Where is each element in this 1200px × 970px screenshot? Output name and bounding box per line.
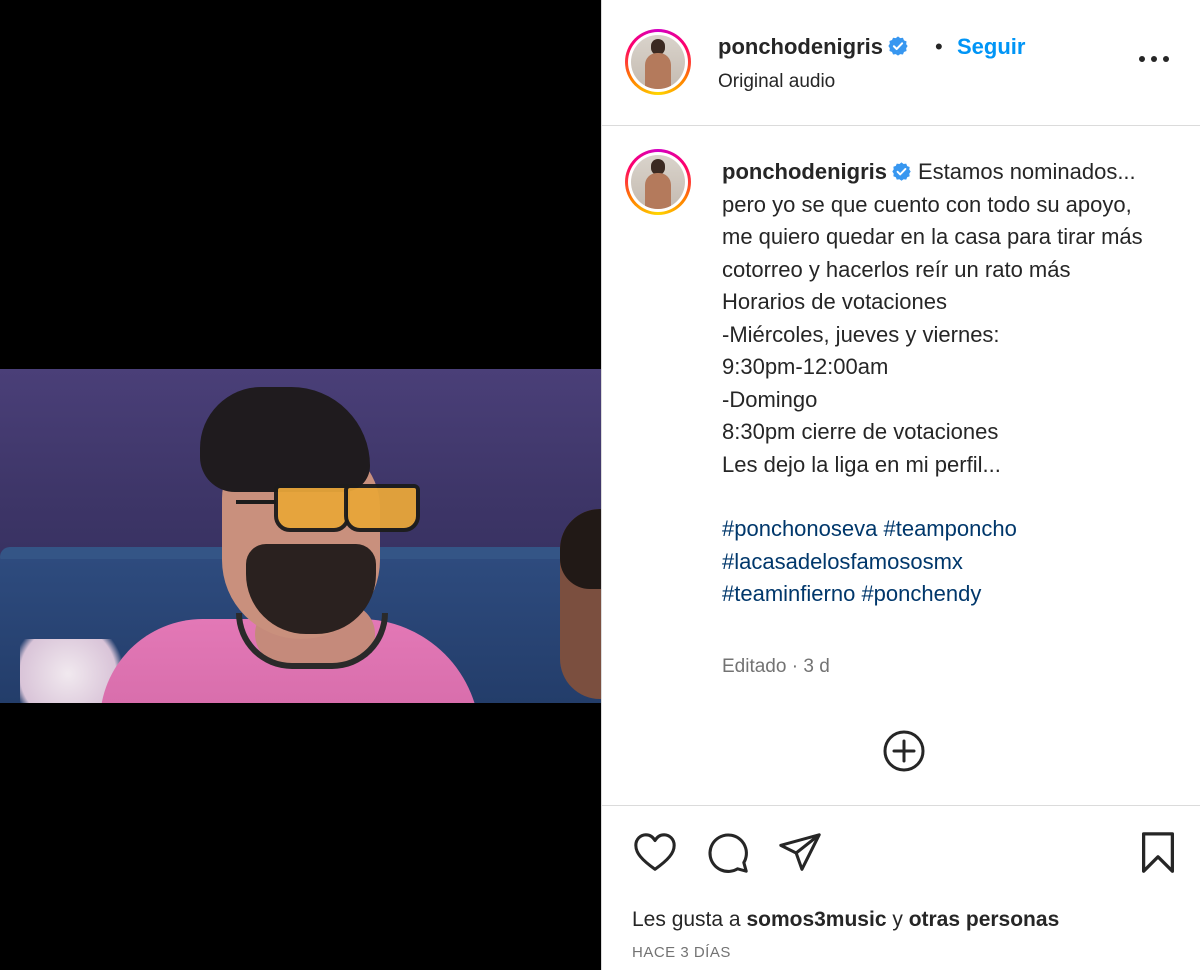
post-header: ponchodenigris • Seguir Original audio bbox=[602, 0, 1200, 126]
likes-connector: y bbox=[892, 908, 903, 931]
follow-button[interactable]: Seguir bbox=[957, 34, 1025, 60]
caption-line: -Domingo bbox=[722, 386, 818, 412]
send-icon[interactable] bbox=[777, 830, 823, 876]
action-bar bbox=[602, 806, 1200, 906]
header-username[interactable]: ponchodenigris bbox=[718, 34, 883, 59]
caption-section: ponchodenigris Estamos nominados... pero … bbox=[602, 126, 1200, 806]
instagram-post: ponchodenigris • Seguir Original audio p… bbox=[0, 0, 1200, 970]
post-timestamp[interactable]: HACE 3 DÍAS bbox=[632, 944, 731, 961]
edited-label: Editado bbox=[722, 656, 787, 677]
more-options-icon[interactable] bbox=[1137, 44, 1171, 74]
hashtag-link[interactable]: #ponchendy bbox=[861, 581, 981, 606]
likes-summary[interactable]: Les gusta a somos3music y otras personas bbox=[632, 908, 1059, 932]
hashtag-link[interactable]: #ponchonoseva bbox=[722, 516, 877, 541]
hair bbox=[200, 387, 370, 492]
header-separator: • bbox=[935, 34, 943, 59]
caption-username[interactable]: ponchodenigris bbox=[722, 159, 887, 184]
background-person-hair bbox=[560, 509, 601, 589]
video-frame[interactable] bbox=[0, 369, 601, 703]
caption-text: ponchodenigris Estamos nominados... pero … bbox=[722, 156, 1162, 611]
hashtag-link[interactable]: #teaminfierno bbox=[722, 581, 855, 606]
audio-label[interactable]: Original audio bbox=[718, 71, 835, 93]
profile-avatar[interactable] bbox=[625, 29, 691, 95]
caption-avatar[interactable] bbox=[625, 149, 691, 215]
likes-prefix: Les gusta a bbox=[632, 908, 741, 931]
caption-line: Les dejo la liga en mi perfil... bbox=[722, 451, 1001, 477]
meta-separator: · bbox=[791, 656, 799, 677]
hashtags: #ponchonoseva #teamponcho #lacasadelosfa… bbox=[722, 513, 1162, 611]
hashtag-link[interactable]: #lacasadelosfamososmx bbox=[722, 549, 963, 574]
sunglasses bbox=[236, 484, 420, 532]
caption-line: 8:30pm cierre de votaciones bbox=[722, 419, 999, 444]
caption-line: Horarios de votaciones bbox=[722, 289, 948, 314]
caption-meta: Editado · 3 d bbox=[722, 656, 830, 678]
verified-badge-icon bbox=[892, 162, 911, 181]
verified-badge-icon bbox=[888, 36, 908, 56]
heart-icon[interactable] bbox=[632, 830, 678, 876]
caption-line: 9:30pm-12:00am bbox=[722, 354, 889, 379]
likes-others[interactable]: otras personas bbox=[909, 908, 1060, 931]
post-side-panel: ponchodenigris • Seguir Original audio p… bbox=[601, 0, 1200, 970]
liker-username[interactable]: somos3music bbox=[746, 908, 886, 931]
hashtag-link[interactable]: #teamponcho bbox=[883, 516, 1016, 541]
load-more-comments-icon[interactable] bbox=[882, 729, 926, 773]
post-age[interactable]: 3 d bbox=[803, 656, 829, 677]
post-media[interactable] bbox=[0, 0, 601, 970]
comment-icon[interactable] bbox=[705, 830, 751, 876]
bookmark-icon[interactable] bbox=[1135, 830, 1181, 876]
header-username-row: ponchodenigris bbox=[718, 34, 909, 60]
caption-line: -Miércoles, jueves y viernes: bbox=[722, 321, 1000, 347]
